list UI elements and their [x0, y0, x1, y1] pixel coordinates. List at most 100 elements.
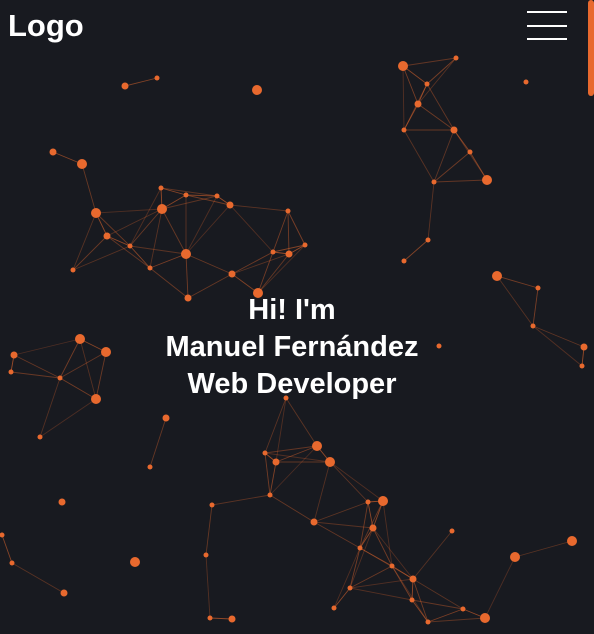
network-node [347, 585, 353, 591]
network-link [257, 244, 306, 294]
network-node [302, 242, 308, 248]
network-node [331, 605, 337, 611]
hamburger-bar [527, 11, 567, 13]
network-link [433, 179, 488, 183]
network-link [106, 235, 151, 269]
network-link [149, 253, 187, 269]
network-link [95, 208, 163, 214]
hero-greeting: Hi! I'm [248, 294, 336, 326]
network-link [313, 461, 331, 523]
network-link [129, 245, 187, 255]
network-node [207, 615, 213, 621]
network-node [482, 175, 492, 185]
network-node [310, 518, 318, 526]
network-node [453, 55, 459, 61]
network-link [160, 187, 187, 196]
logo[interactable]: Logo [8, 9, 84, 43]
site-header: Logo [0, 0, 594, 56]
hamburger-bar [527, 25, 567, 27]
network-node [267, 492, 273, 498]
network-link [229, 204, 289, 212]
network-node [425, 619, 431, 625]
network-node [409, 597, 415, 603]
scrollbar-thumb[interactable] [588, 0, 594, 96]
network-link [211, 494, 271, 506]
hamburger-menu-button[interactable] [523, 8, 571, 44]
network-link [185, 253, 233, 275]
network-link [367, 501, 374, 529]
network-link [349, 587, 413, 601]
network-link [149, 208, 163, 269]
network-node [401, 127, 407, 133]
network-link [124, 77, 158, 87]
network-link [372, 527, 414, 580]
network-node [157, 204, 167, 214]
network-link [359, 547, 414, 580]
network-node [228, 615, 236, 623]
network-node [414, 100, 422, 108]
network-link [411, 599, 429, 623]
network-node [467, 149, 473, 155]
network-node [183, 192, 189, 198]
network-node [270, 249, 276, 255]
network-node [492, 271, 502, 281]
network-node [226, 201, 234, 209]
network-node [378, 496, 388, 506]
network-node [312, 441, 322, 451]
network-node [535, 285, 541, 291]
network-link [496, 275, 539, 289]
network-link [149, 417, 167, 468]
network-link [484, 556, 516, 619]
network-node [147, 464, 153, 470]
network-node [389, 563, 395, 569]
network-node [425, 237, 431, 243]
network-node [365, 499, 371, 505]
network-link [11, 562, 65, 594]
network-node [154, 75, 160, 81]
network-node [369, 524, 377, 532]
hero-heading: Hi! I'm Manuel Fernández Web Developer [0, 292, 584, 403]
network-link [272, 210, 289, 253]
network-link [287, 210, 306, 246]
network-link [329, 461, 369, 503]
network-link [275, 397, 287, 463]
network-link [205, 554, 211, 619]
network-node [103, 232, 111, 240]
network-node [480, 613, 490, 623]
network-node [121, 82, 129, 90]
network-link [333, 587, 351, 609]
network-node [70, 267, 76, 273]
network-node [449, 528, 455, 534]
network-node [325, 457, 335, 467]
network-link [285, 397, 318, 447]
network-node [460, 606, 466, 612]
network-node [228, 270, 236, 278]
hero-role: Web Developer [187, 368, 397, 400]
network-link [161, 208, 187, 255]
hero-name: Manuel Fernández [165, 331, 419, 363]
network-node [77, 159, 87, 169]
network-node [431, 179, 437, 185]
network-link [427, 181, 435, 241]
network-node [272, 458, 280, 466]
network-node [285, 250, 293, 258]
network-link [417, 103, 455, 131]
network-node [49, 148, 57, 156]
network-link [229, 204, 274, 253]
network-link [129, 208, 163, 247]
network-link [313, 501, 369, 523]
network-node [158, 185, 164, 191]
network-node [510, 552, 520, 562]
network-link [106, 208, 163, 237]
network-link [72, 235, 108, 271]
network-link [264, 397, 287, 454]
scrollbar[interactable] [588, 0, 594, 634]
network-node [37, 434, 43, 440]
network-node [252, 85, 262, 95]
network-node [91, 208, 101, 218]
network-link [39, 398, 97, 438]
network-node [398, 61, 408, 71]
network-link [403, 239, 429, 262]
network-link [81, 163, 97, 214]
network-node [203, 552, 209, 558]
